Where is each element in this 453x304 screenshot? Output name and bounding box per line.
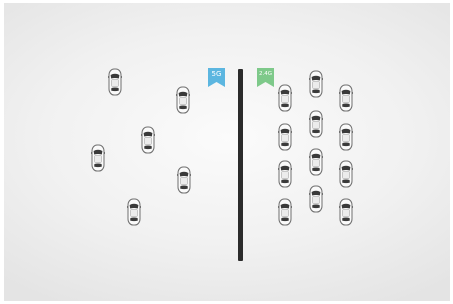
car-icon bbox=[139, 126, 157, 162]
car-icon bbox=[307, 70, 325, 106]
band-24g-label: 2.4G bbox=[258, 71, 272, 77]
car-icon bbox=[307, 185, 325, 221]
car-icon bbox=[337, 123, 355, 159]
car-icon bbox=[175, 166, 193, 202]
car-icon bbox=[276, 160, 294, 196]
divider-wall bbox=[238, 69, 243, 261]
car-icon bbox=[307, 148, 325, 184]
band-5g-label: 5G bbox=[211, 70, 222, 78]
band-5g-flag: 5G bbox=[208, 68, 225, 87]
car-icon bbox=[276, 198, 294, 234]
band-24g-flag: 2.4G bbox=[257, 68, 274, 87]
car-icon bbox=[337, 160, 355, 196]
car-icon bbox=[337, 84, 355, 120]
car-icon bbox=[276, 123, 294, 159]
scene-background: 5G 2.4G bbox=[4, 3, 450, 301]
car-icon bbox=[276, 84, 294, 120]
car-icon bbox=[125, 198, 143, 234]
car-icon bbox=[174, 86, 192, 122]
car-icon bbox=[89, 144, 107, 180]
car-icon bbox=[337, 198, 355, 234]
car-icon bbox=[307, 110, 325, 146]
car-icon bbox=[106, 68, 124, 104]
